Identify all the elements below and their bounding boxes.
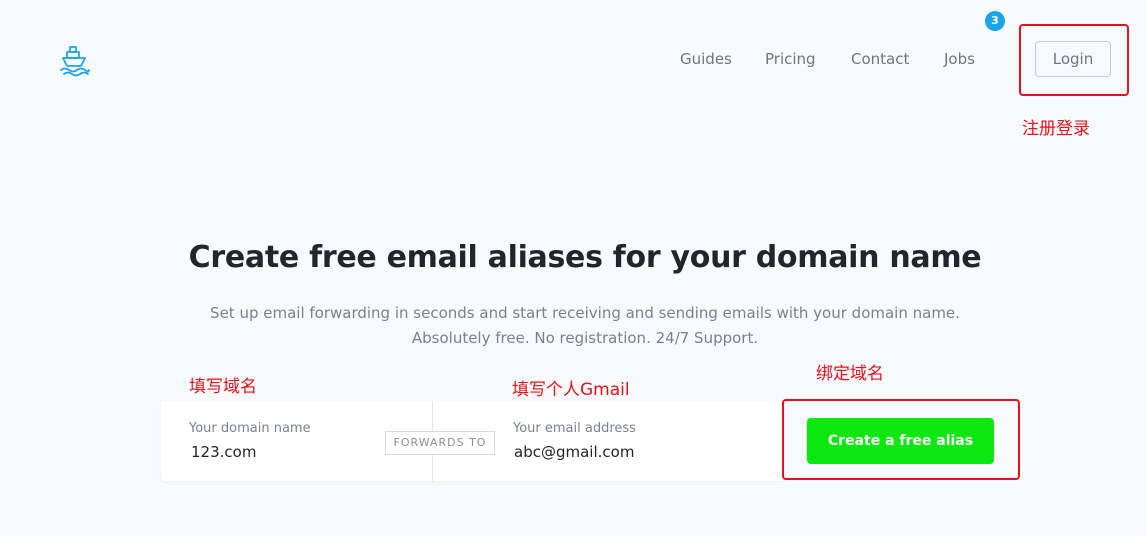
- annotation-gmail: 填写个人Gmail: [512, 380, 630, 400]
- nav-contact-link[interactable]: Contact: [851, 50, 909, 68]
- email-input[interactable]: abc@gmail.com: [514, 443, 634, 461]
- nav-guides-link[interactable]: Guides: [680, 50, 732, 68]
- hero-subtitle-line2: Absolutely free. No registration. 24/7 S…: [411, 329, 759, 347]
- create-alias-highlight-box: [782, 399, 1020, 480]
- alias-form: Your domain name 123.com FORWARDS TO You…: [161, 401, 783, 481]
- jobs-count-badge: 3: [985, 11, 1005, 31]
- forwards-to-tag: FORWARDS TO: [385, 431, 495, 455]
- top-navigation: Guides Pricing Contact Jobs: [0, 40, 1147, 80]
- domain-field-label: Your domain name: [189, 421, 311, 436]
- domain-input[interactable]: 123.com: [191, 443, 256, 461]
- login-highlight-box: [1019, 24, 1129, 96]
- annotation-login: 注册登录: [1022, 119, 1090, 139]
- email-field-label: Your email address: [513, 421, 636, 436]
- annotation-domain: 填写域名: [189, 377, 257, 397]
- page-title: Create free email aliases for your domai…: [188, 240, 982, 275]
- nav-jobs-link[interactable]: Jobs: [944, 50, 975, 68]
- annotation-bind: 绑定域名: [816, 364, 884, 384]
- hero-subtitle-line1: Set up email forwarding in seconds and s…: [210, 304, 960, 322]
- nav-pricing-link[interactable]: Pricing: [765, 50, 816, 68]
